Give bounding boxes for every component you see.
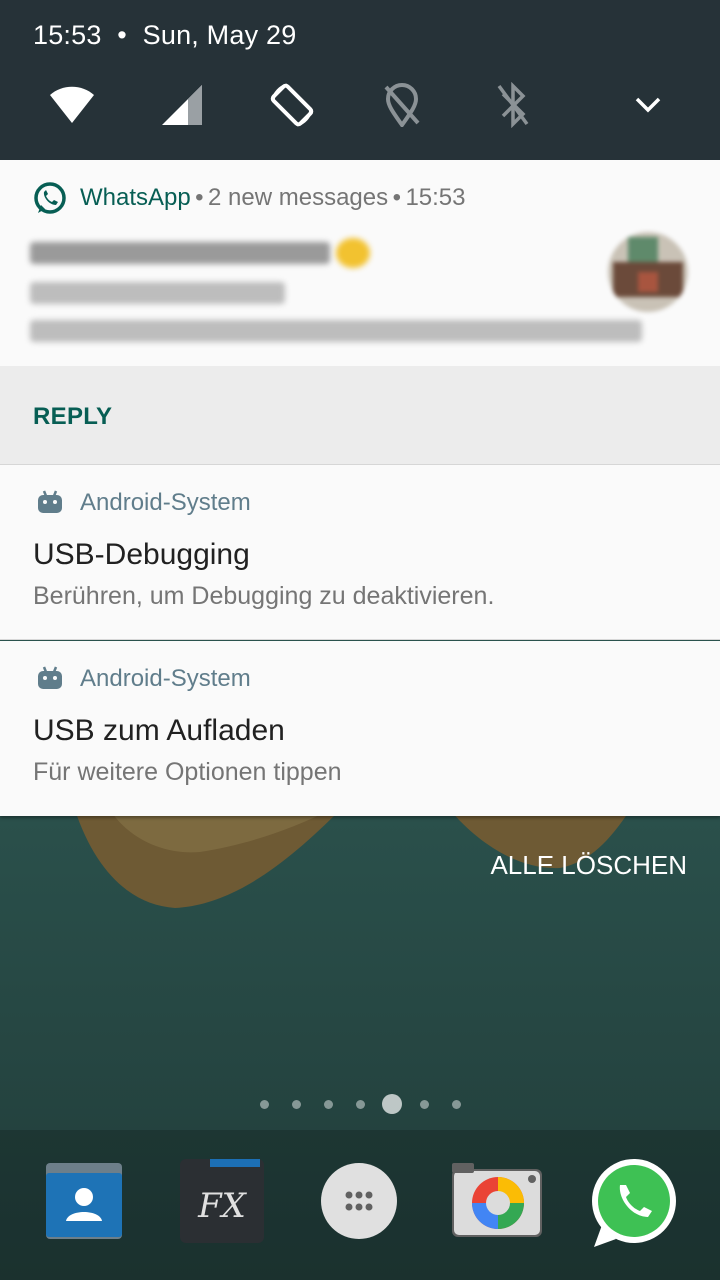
clear-all-button[interactable]: ALLE LÖSCHEN [490, 850, 687, 881]
app-name: Android-System [80, 489, 251, 516]
camera-app-icon[interactable] [448, 1155, 544, 1251]
cellular-signal-icon[interactable] [157, 80, 207, 130]
header-dot: • [195, 184, 204, 211]
page-dot-current [382, 1094, 402, 1114]
app-drawer-icon[interactable] [312, 1155, 408, 1251]
status-separator: • [117, 20, 127, 50]
notification-time: 15:53 [405, 184, 466, 211]
emoji-icon [336, 238, 370, 268]
app-name: WhatsApp [80, 184, 191, 211]
bluetooth-off-icon[interactable] [488, 80, 538, 130]
page-dot [292, 1100, 301, 1109]
notification-text: Berühren, um Debugging zu deaktivieren. [33, 582, 495, 610]
notification-text: Für weitere Optionen tippen [33, 758, 342, 786]
reply-button[interactable]: REPLY [33, 403, 112, 431]
android-icon [37, 665, 63, 696]
page-dot [324, 1100, 333, 1109]
notification-title: USB-Debugging [33, 538, 250, 571]
clock: 15:53 [33, 20, 102, 50]
message-summary: 2 new messages [208, 184, 389, 211]
page-dot [356, 1100, 365, 1109]
contacts-app-icon[interactable] [36, 1155, 132, 1251]
whatsapp-icon [32, 181, 68, 222]
notification-header: WhatsApp • 2 new messages • 15:53 [80, 184, 466, 212]
usb-charging-notification[interactable]: Android-System USB zum Aufladen Für weit… [0, 641, 720, 816]
blurred-sender [30, 242, 330, 264]
usb-debugging-notification[interactable]: Android-System USB-Debugging Berühren, u… [0, 465, 720, 640]
whatsapp-app-icon[interactable] [584, 1155, 680, 1251]
auto-rotate-icon[interactable] [267, 80, 317, 130]
page-dot [452, 1100, 461, 1109]
app-name: Android-System [80, 665, 251, 692]
contact-avatar [608, 232, 688, 312]
whatsapp-notification[interactable]: WhatsApp • 2 new messages • 15:53 [0, 160, 720, 366]
blurred-line [30, 282, 285, 304]
wifi-icon[interactable] [47, 80, 97, 130]
page-dot [420, 1100, 429, 1109]
fx-file-explorer-icon[interactable]: FX [174, 1155, 270, 1251]
location-off-icon[interactable] [377, 80, 427, 130]
status-line: 15:53 • Sun, May 29 [33, 20, 296, 51]
svg-text:FX: FX [197, 1186, 248, 1226]
notification-title: USB zum Aufladen [33, 714, 285, 747]
chevron-down-icon[interactable] [623, 80, 673, 130]
page-dot [260, 1100, 269, 1109]
date: Sun, May 29 [142, 20, 297, 50]
blurred-line [30, 320, 642, 342]
android-icon [37, 489, 63, 520]
header-dot: • [392, 184, 401, 211]
quick-settings-header: 15:53 • Sun, May 29 [0, 0, 720, 160]
